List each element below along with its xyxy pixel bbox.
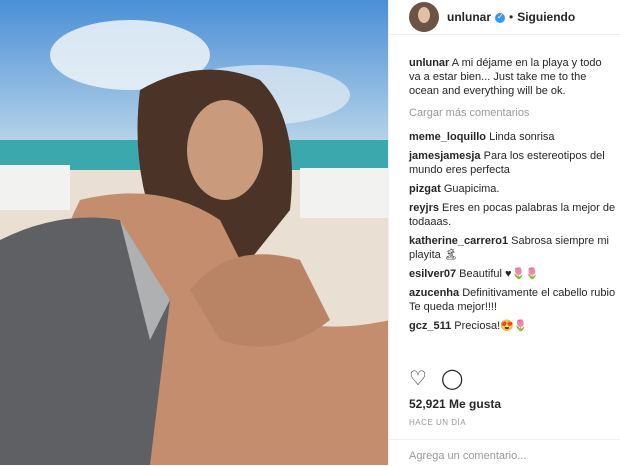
likes-count[interactable]: 52,921 Me gusta (409, 397, 501, 411)
post-photo (0, 0, 388, 465)
post-header: unlunar • Siguiendo (389, 0, 620, 35)
comment-text: Beautiful ♥🌷🌷 (459, 268, 539, 280)
post-actions: ♡ ◯ (409, 368, 463, 390)
comment-icon[interactable]: ◯ (441, 368, 463, 390)
comment-item: reyjrs Eres en pocas palabras la mejor d… (409, 201, 616, 229)
comment-item: meme_loquillo Linda sonrisa (409, 130, 616, 144)
comment-username[interactable]: gcz_511 (409, 320, 451, 332)
add-comment-input[interactable]: Agrega un comentario... (409, 450, 526, 462)
comment-text: Preciosa!😍🌷 (454, 320, 528, 332)
comment-username[interactable]: pizgat (409, 183, 441, 195)
comments-list: unlunar A mi déjame en la playa y todo v… (409, 56, 616, 338)
comment-item: katherine_carrero1 Sabrosa siempre mi pl… (409, 234, 616, 262)
comment-item: azucenha Definitivamente el cabello rubi… (409, 286, 616, 314)
comment-text: Eres en pocas palabras la mejor de todaa… (409, 202, 616, 228)
separator: • (509, 10, 514, 24)
comment-username[interactable]: esilver07 (409, 268, 456, 280)
caption-username[interactable]: unlunar (409, 57, 449, 69)
comment-item: pizgat Guapicima. (409, 182, 616, 196)
verified-icon (495, 12, 505, 23)
caption: unlunar A mi déjame en la playa y todo v… (409, 56, 616, 98)
header-username[interactable]: unlunar (447, 10, 491, 24)
comment-text: Guapicima. (443, 183, 500, 195)
add-comment-bar: Agrega un comentario... (389, 439, 620, 466)
comment-username[interactable]: katherine_carrero1 (409, 235, 508, 247)
comment-username[interactable]: reyjrs (409, 202, 439, 214)
comment-text: Linda sonrisa (489, 131, 555, 143)
following-button[interactable]: Siguiendo (517, 10, 575, 24)
heart-icon[interactable]: ♡ (409, 368, 427, 390)
side-panel: unlunar • Siguiendo unlunar A mi déjame … (388, 0, 620, 465)
comment-item: jamesjamesja Para los estereotipos del m… (409, 149, 616, 177)
comment-username[interactable]: jamesjamesja (409, 150, 481, 162)
avatar[interactable] (409, 2, 439, 32)
comment-username[interactable]: azucenha (409, 287, 459, 299)
load-more-comments-button[interactable]: Cargar más comentarios (409, 106, 616, 120)
post-timestamp: HACE UN DÍA (409, 418, 467, 427)
comment-username[interactable]: meme_loquillo (409, 131, 486, 143)
comment-item: esilver07 Beautiful ♥🌷🌷 (409, 267, 616, 281)
comment-item: gcz_511 Preciosa!😍🌷 (409, 319, 616, 333)
